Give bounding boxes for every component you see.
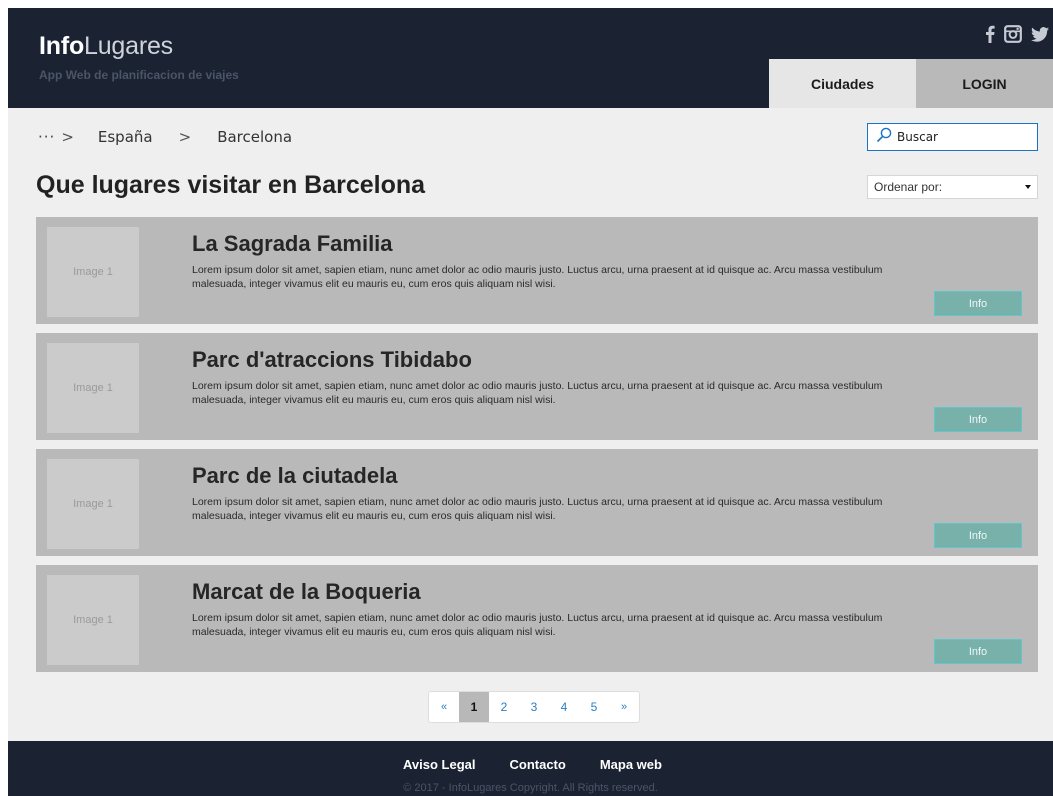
social-links bbox=[985, 25, 1049, 43]
breadcrumb-separator: > bbox=[178, 128, 192, 146]
sort-select[interactable]: Ordenar por: bbox=[867, 175, 1038, 199]
page-button-3[interactable]: 3 bbox=[519, 692, 549, 722]
page-button-5[interactable]: 5 bbox=[579, 692, 609, 722]
copyright-text: © 2017 - InfoLugares Copyright. All Righ… bbox=[403, 782, 658, 794]
place-card: Image 1 Parc d'atraccions Tibidabo Lorem… bbox=[36, 333, 1038, 440]
site-tagline: App Web de planificacion de viajes bbox=[39, 68, 239, 82]
place-image: Image 1 bbox=[47, 343, 139, 433]
place-image: Image 1 bbox=[47, 227, 139, 317]
twitter-icon[interactable] bbox=[1031, 26, 1049, 42]
nav-tab-login[interactable]: LOGIN bbox=[916, 59, 1053, 108]
info-button[interactable]: Info bbox=[934, 639, 1022, 664]
page-prev-button[interactable]: « bbox=[429, 692, 459, 722]
info-button[interactable]: Info bbox=[934, 407, 1022, 432]
place-image: Image 1 bbox=[47, 575, 139, 665]
page: InfoLugares App Web de planificacion de … bbox=[8, 8, 1053, 796]
footer-link-sitemap[interactable]: Mapa web bbox=[600, 757, 662, 772]
place-title: La Sagrada Familia bbox=[192, 231, 393, 256]
page-button-4[interactable]: 4 bbox=[549, 692, 579, 722]
chevron-down-icon bbox=[1025, 185, 1031, 189]
site-footer: Aviso Legal Contacto Mapa web © 2017 - I… bbox=[8, 741, 1053, 796]
place-card: Image 1 Marcat de la Boqueria Lorem ipsu… bbox=[36, 565, 1038, 672]
info-button[interactable]: Info bbox=[934, 523, 1022, 548]
footer-link-legal[interactable]: Aviso Legal bbox=[403, 757, 475, 772]
page-title: Que lugares visitar en Barcelona bbox=[36, 171, 426, 199]
page-next-button[interactable]: » bbox=[609, 692, 639, 722]
footer-link-contact[interactable]: Contacto bbox=[510, 757, 566, 772]
breadcrumb: ··· > España > Barcelona bbox=[38, 128, 292, 146]
breadcrumb-separator: > bbox=[61, 128, 74, 146]
instagram-icon[interactable] bbox=[1004, 25, 1022, 43]
place-card: Image 1 Parc de la ciutadela Lorem ipsum… bbox=[36, 449, 1038, 556]
search-placeholder: Buscar bbox=[897, 130, 938, 144]
place-description: Lorem ipsum dolor sit amet, sapien etiam… bbox=[192, 264, 883, 290]
place-card: Image 1 La Sagrada Familia Lorem ipsum d… bbox=[36, 217, 1038, 324]
site-header: InfoLugares App Web de planificacion de … bbox=[8, 8, 1053, 108]
site-logo[interactable]: InfoLugares bbox=[39, 32, 173, 61]
page-button-1[interactable]: 1 bbox=[459, 692, 489, 722]
breadcrumb-ellipsis[interactable]: ··· bbox=[38, 128, 55, 146]
search-icon bbox=[876, 127, 892, 148]
brand-light: Lugares bbox=[84, 32, 173, 60]
place-description: Lorem ipsum dolor sit amet, sapien etiam… bbox=[192, 496, 883, 522]
place-image: Image 1 bbox=[47, 459, 139, 549]
nav-tab-cities[interactable]: Ciudades bbox=[769, 59, 916, 108]
brand-bold: Info bbox=[39, 32, 85, 60]
breadcrumb-item-spain[interactable]: España bbox=[98, 128, 153, 146]
sort-label: Ordenar por: bbox=[874, 180, 943, 194]
info-button[interactable]: Info bbox=[934, 291, 1022, 316]
place-title: Parc d'atraccions Tibidabo bbox=[192, 347, 472, 372]
footer-links: Aviso Legal Contacto Mapa web bbox=[8, 757, 1053, 772]
breadcrumb-item-barcelona: Barcelona bbox=[217, 128, 293, 146]
place-description: Lorem ipsum dolor sit amet, sapien etiam… bbox=[192, 612, 883, 638]
page-button-2[interactable]: 2 bbox=[489, 692, 519, 722]
search-input[interactable]: Buscar bbox=[867, 123, 1038, 151]
place-title: Marcat de la Boqueria bbox=[192, 579, 421, 604]
pagination: « 1 2 3 4 5 » bbox=[428, 691, 640, 723]
facebook-icon[interactable] bbox=[985, 25, 995, 43]
place-title: Parc de la ciutadela bbox=[192, 463, 398, 488]
place-description: Lorem ipsum dolor sit amet, sapien etiam… bbox=[192, 380, 883, 406]
